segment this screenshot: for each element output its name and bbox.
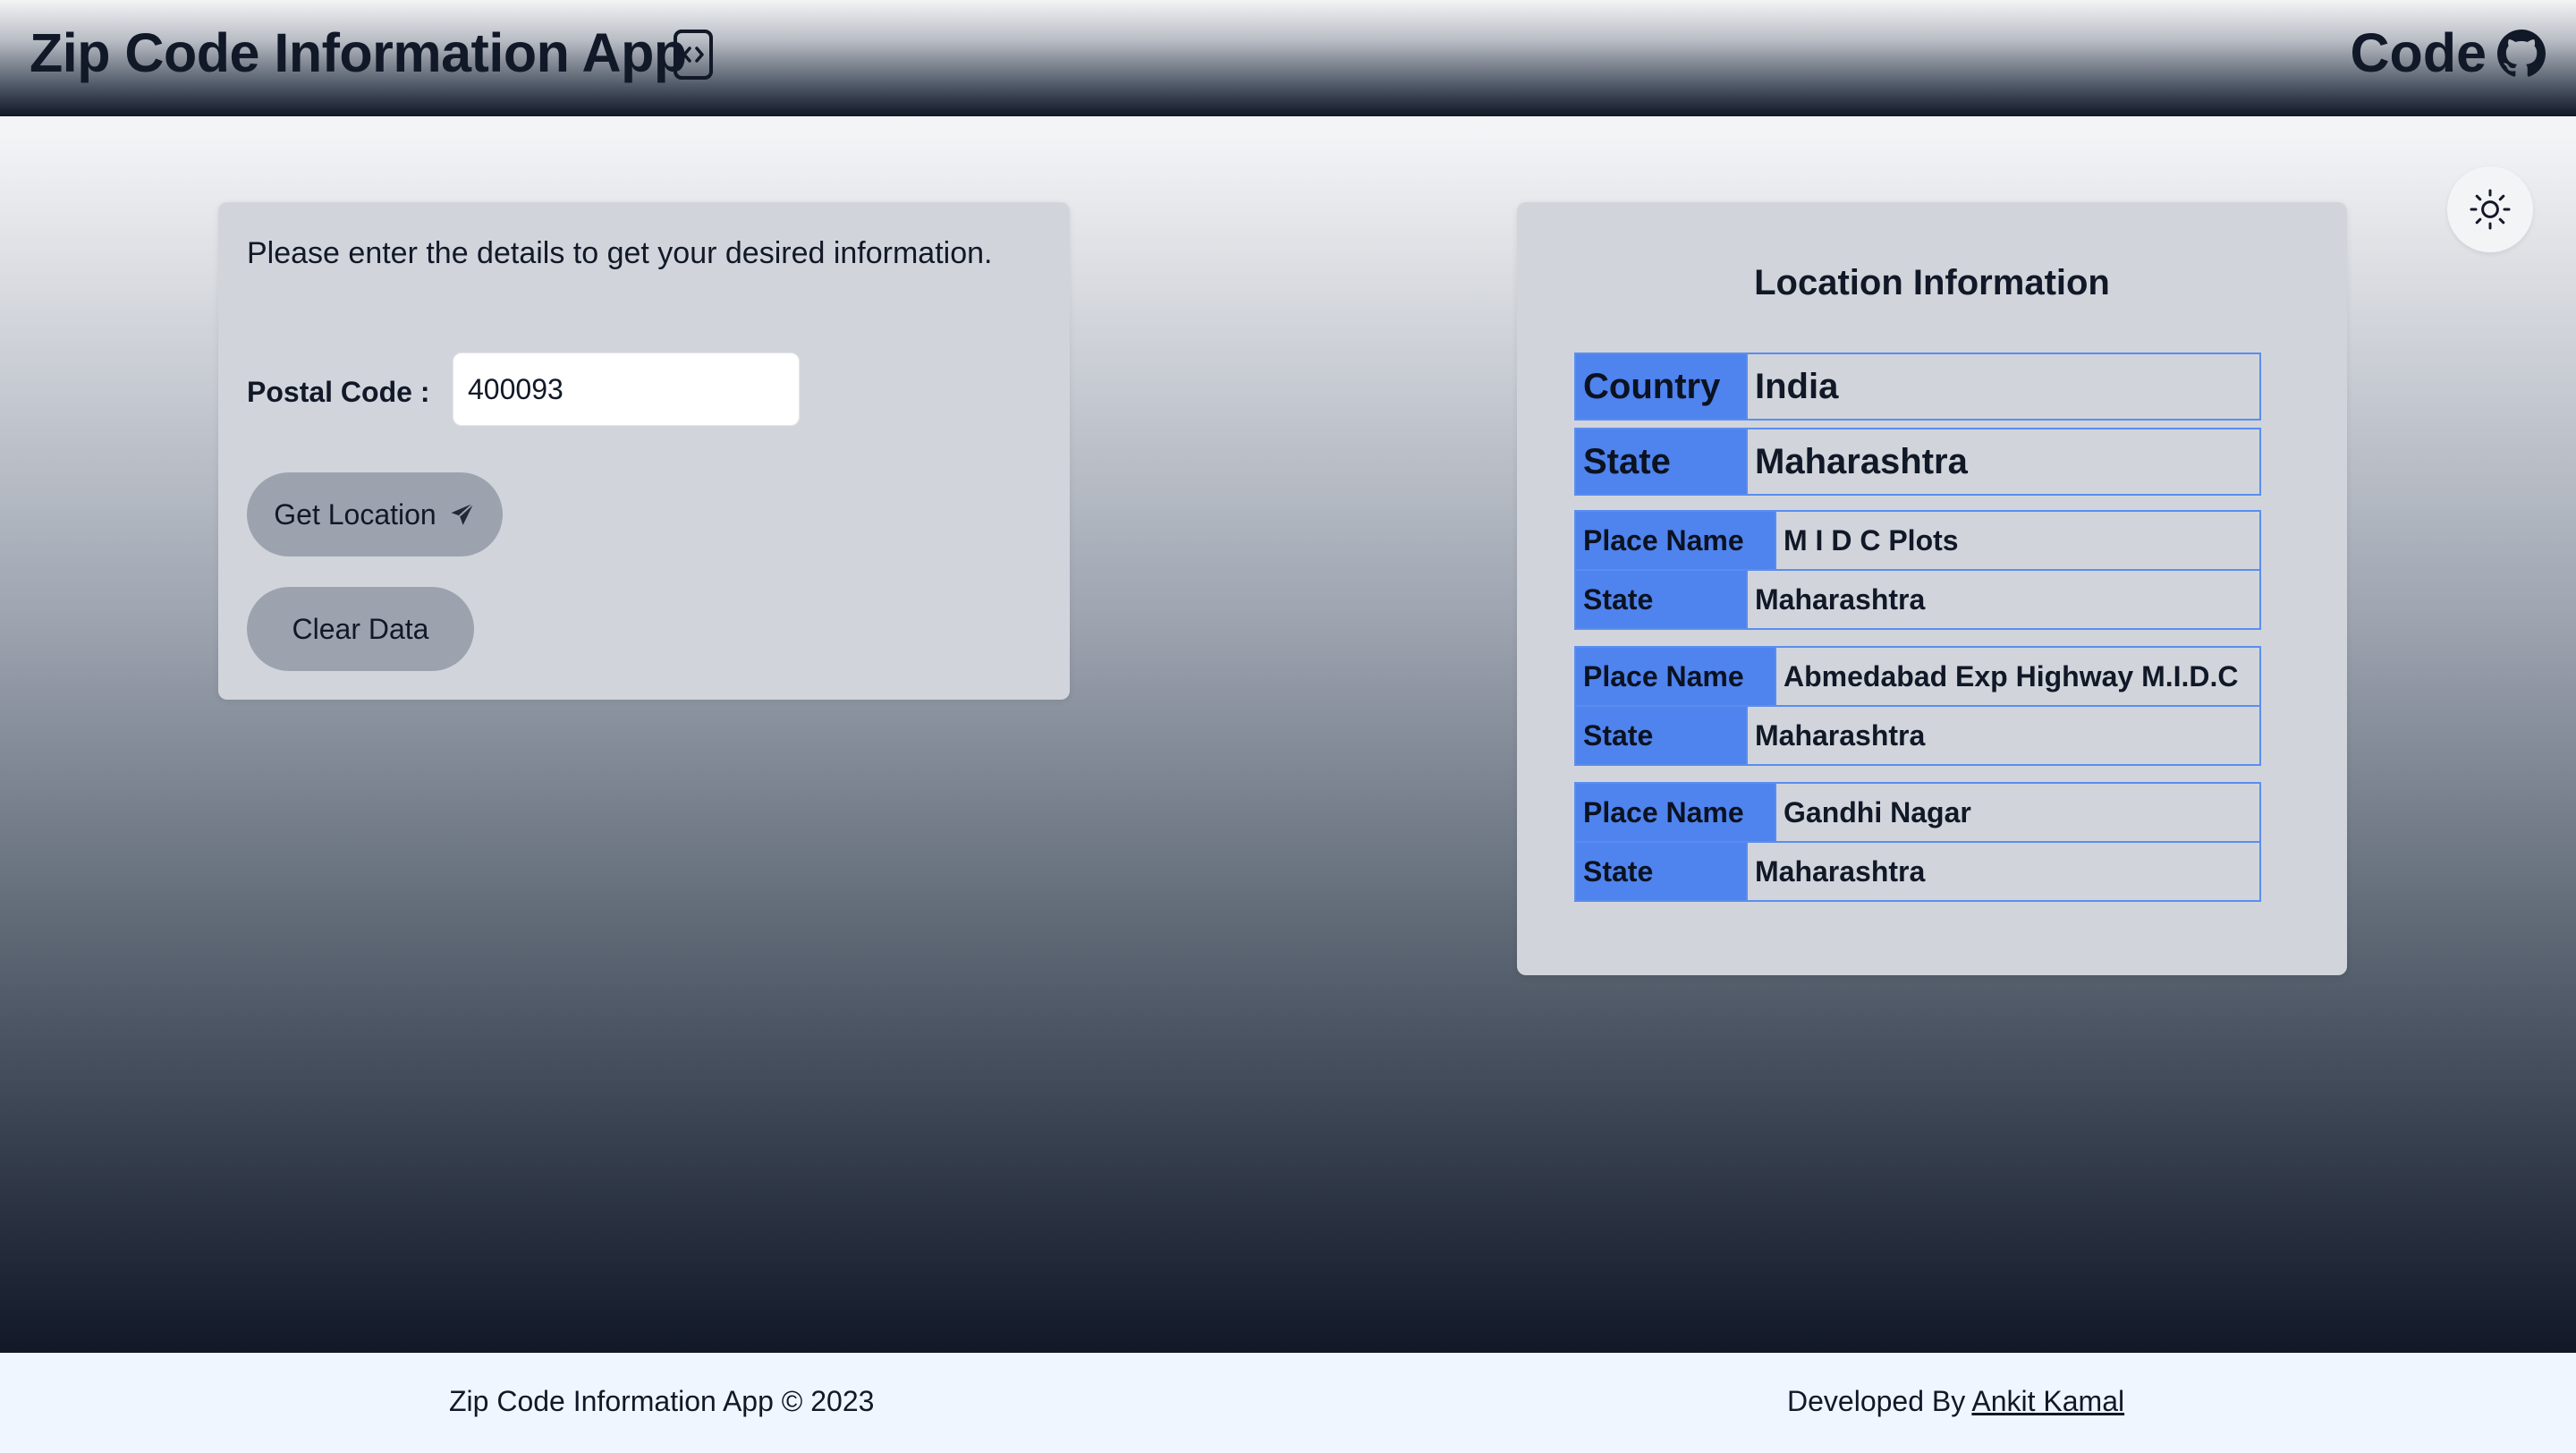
github-icon[interactable]: [2497, 30, 2546, 78]
place-state-row: State Maharashtra: [1574, 705, 2261, 766]
place-state-value: Maharashtra: [1755, 718, 1926, 752]
postal-code-input[interactable]: [453, 353, 800, 426]
place-state-value: Maharashtra: [1755, 854, 1926, 888]
place-name-row: Place Name Gandhi Nagar: [1574, 782, 2261, 843]
get-location-button[interactable]: Get Location: [247, 472, 503, 557]
page-footer: Zip Code Information App © 2023 Develope…: [0, 1353, 2576, 1453]
country-row: Country India: [1574, 353, 2261, 421]
app-header: Zip Code Information App Code: [0, 0, 2576, 116]
place-state-label: State: [1576, 843, 1748, 900]
location-info-card: Location Information Country India State…: [1517, 202, 2347, 975]
state-value: Maharashtra: [1755, 441, 1968, 481]
place-state-row: State Maharashtra: [1574, 841, 2261, 902]
country-value: India: [1755, 366, 1839, 406]
place-name-value: Gandhi Nagar: [1784, 795, 1971, 828]
place-name-label: Place Name: [1576, 512, 1776, 569]
state-label: State: [1576, 429, 1748, 494]
place-state-label: State: [1576, 707, 1748, 764]
place-name-label: Place Name: [1576, 648, 1776, 705]
theme-toggle-button[interactable]: [2447, 166, 2533, 252]
postal-code-label: Postal Code :: [247, 376, 430, 408]
state-row: State Maharashtra: [1574, 428, 2261, 496]
place-name-row: Place Name Abmedabad Exp Highway M.I.D.C: [1574, 646, 2261, 707]
app-title: Zip Code Information App: [30, 22, 687, 83]
place-name-row: Place Name M I D C Plots: [1574, 510, 2261, 571]
code-link[interactable]: Code: [2351, 21, 2487, 84]
sun-icon: [2470, 189, 2511, 230]
place-name-value: M I D C Plots: [1784, 523, 1959, 557]
country-label: Country: [1576, 354, 1748, 419]
form-intro-text: Please enter the details to get your des…: [247, 236, 993, 270]
paper-plane-icon: [451, 502, 474, 525]
postal-form-card: Please enter the details to get your des…: [218, 202, 1070, 700]
get-location-label: Get Location: [274, 497, 436, 531]
place-name-value: Abmedabad Exp Highway M.I.D.C: [1784, 659, 2239, 693]
place-state-label: State: [1576, 571, 1748, 628]
code-brackets-icon: [674, 30, 713, 80]
location-info-title: Location Information: [1754, 263, 2110, 302]
place-state-row: State Maharashtra: [1574, 569, 2261, 630]
footer-developed-by: Developed By: [1787, 1385, 1966, 1417]
footer-copyright: Zip Code Information App © 2023: [449, 1385, 875, 1417]
clear-data-label: Clear Data: [292, 612, 429, 645]
clear-data-button[interactable]: Clear Data: [247, 587, 474, 671]
footer-credit: Developed By Ankit Kamal: [1787, 1385, 2124, 1418]
place-state-value: Maharashtra: [1755, 582, 1926, 616]
developer-link[interactable]: Ankit Kamal: [1971, 1385, 2124, 1417]
place-name-label: Place Name: [1576, 784, 1776, 841]
